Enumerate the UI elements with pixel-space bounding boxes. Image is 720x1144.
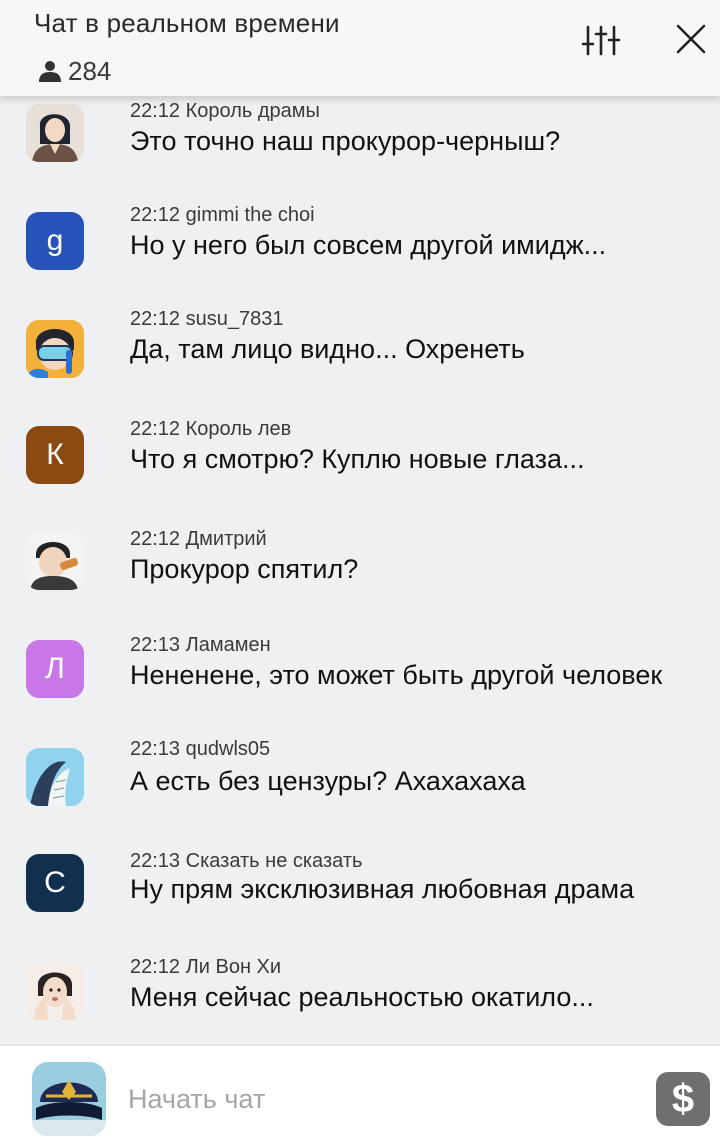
donate-button[interactable]: $ [656, 1072, 710, 1126]
chat-message: 22:12 Дмитрий Прокурор спятил? [0, 528, 720, 628]
eating-man-avatar[interactable] [26, 532, 84, 590]
message-text: Но у него был совсем другой имидж... [130, 230, 607, 260]
drama-king-avatar[interactable] [26, 104, 84, 162]
username[interactable]: qudwls05 [186, 738, 271, 760]
username[interactable]: gimmi the choi [186, 204, 315, 226]
username[interactable]: Дмитрий [186, 528, 267, 550]
my-avatar[interactable] [32, 1062, 106, 1136]
sliders-icon [581, 25, 621, 56]
chat-message: 22:12 Король драмы Это точно наш прокуро… [0, 96, 720, 196]
chat-input[interactable] [128, 1076, 628, 1122]
page-title: Чат в реальном времени [34, 8, 340, 38]
letter-avatar-l[interactable]: Л [26, 640, 84, 698]
letter-avatar-g[interactable]: g [26, 212, 84, 270]
message-list[interactable]: 22:12 Король драмы Это точно наш прокуро… [0, 96, 720, 1044]
chat-message: 22:13 qudwls05 А есть без цензуры? Ахаха… [0, 738, 720, 844]
chat-header: Чат в реальном времени 284 [0, 0, 720, 96]
chat-message: 22:12 susu_7831 Да, там лицо видно... Ох… [0, 308, 720, 412]
message-text: А есть без цензуры? Ахахахаха [130, 766, 526, 796]
message-text: Да, там лицо видно... Охренеть [130, 334, 525, 364]
person-icon [39, 61, 61, 82]
message-text: Прокурор спятил? [130, 554, 359, 584]
username[interactable]: susu_7831 [186, 308, 284, 330]
filter-button[interactable] [580, 22, 622, 58]
username[interactable]: Ли Вон Хи [186, 956, 281, 978]
message-text: Меня сейчас реальностью окатило... [130, 982, 594, 1012]
close-button[interactable] [672, 20, 710, 58]
dollar-icon: $ [671, 1076, 695, 1121]
message-text: Нененене, это может быть другой человек [130, 660, 663, 690]
letter-avatar-s[interactable]: С [26, 854, 84, 912]
chat-message: 22:12 Ли Вон Хи Меня сейчас реальностью … [0, 956, 720, 1044]
chat-message: С 22:13 Сказать не сказать Ну прям экскл… [0, 850, 720, 952]
message-text: Ну прям эксклюзивная любовная драма [130, 874, 635, 904]
woman-avatar[interactable] [26, 962, 84, 1020]
close-icon [676, 24, 706, 54]
chat-message: g 22:12 gimmi the choi Но у него был сов… [0, 204, 720, 304]
chat-message: К 22:12 Король лев Что я смотрю? Куплю н… [0, 418, 720, 520]
username[interactable]: Сказать не сказать [186, 850, 363, 872]
username[interactable]: Ламамен [186, 634, 271, 656]
message-text: Это точно наш прокурор-черныш? [130, 126, 561, 156]
username[interactable]: Король драмы [186, 100, 320, 122]
whale-avatar[interactable] [26, 748, 84, 806]
username[interactable]: Король лев [186, 418, 292, 440]
letter-avatar-k[interactable]: К [26, 426, 84, 484]
diver-avatar[interactable] [26, 320, 84, 378]
viewer-count: 284 [38, 56, 111, 86]
police-cap-icon [32, 1062, 106, 1136]
chat-message: Л 22:13 Ламамен Нененене, это может быть… [0, 634, 720, 736]
chat-composer [0, 1044, 720, 1144]
viewer-count-value: 284 [68, 55, 112, 86]
message-text: Что я смотрю? Куплю новые глаза... [130, 444, 585, 474]
